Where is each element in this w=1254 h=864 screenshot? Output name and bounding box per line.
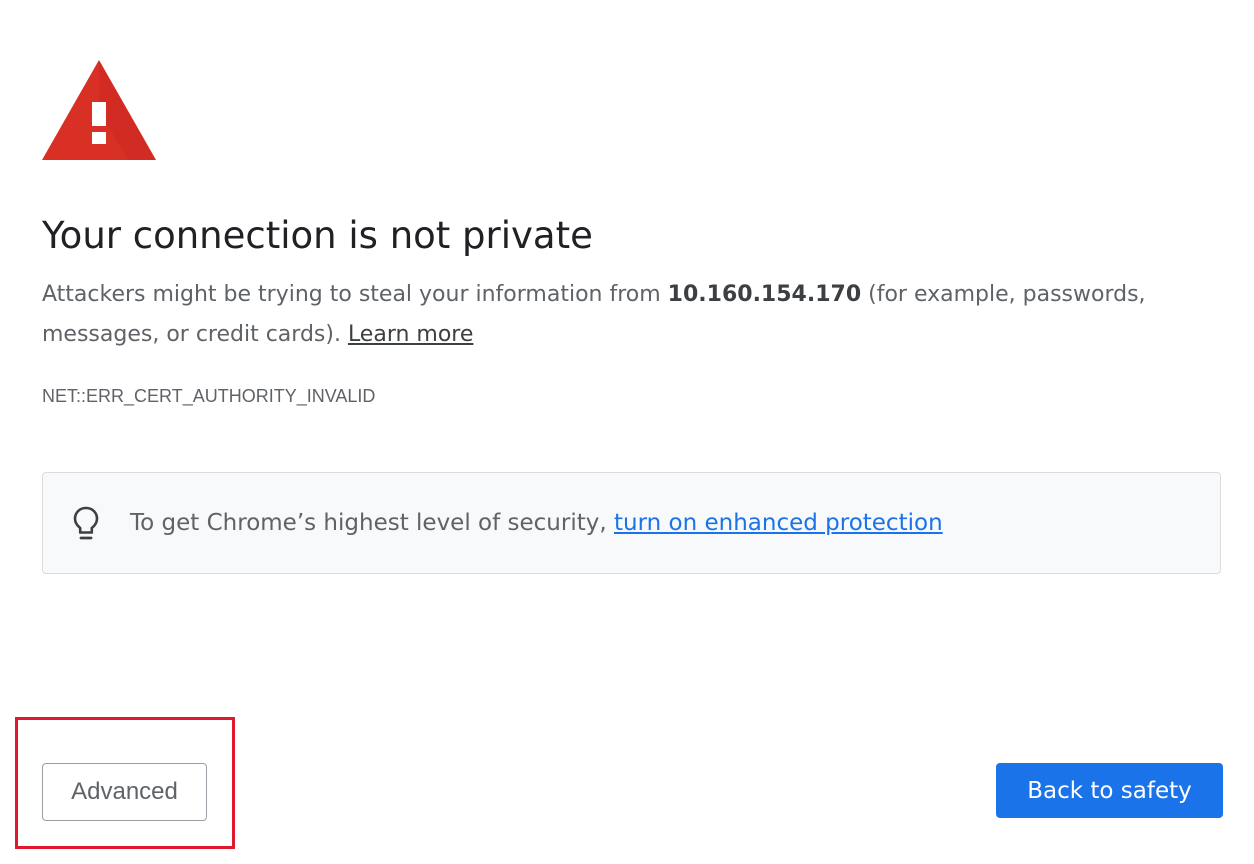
lightbulb-icon [73, 506, 99, 542]
error-code: NET::ERR_CERT_AUTHORITY_INVALID [42, 386, 376, 406]
enhanced-protection-link[interactable]: turn on enhanced protection [614, 510, 943, 536]
learn-more-link[interactable]: Learn more [348, 322, 473, 347]
back-to-safety-button[interactable]: Back to safety [996, 763, 1223, 818]
explanation-before: Attackers might be trying to steal your … [42, 282, 668, 307]
promo-message: To get Chrome’s highest level of securit… [130, 510, 614, 536]
warning-icon [42, 60, 156, 160]
explanation-text: Attackers might be trying to steal your … [42, 275, 1222, 355]
host-address: 10.160.154.170 [667, 282, 862, 307]
promo-text: To get Chrome’s highest level of securit… [130, 503, 943, 543]
page-title: Your connection is not private [42, 214, 593, 257]
enhanced-protection-promo: To get Chrome’s highest level of securit… [42, 472, 1221, 574]
advanced-button[interactable]: Advanced [42, 763, 207, 821]
